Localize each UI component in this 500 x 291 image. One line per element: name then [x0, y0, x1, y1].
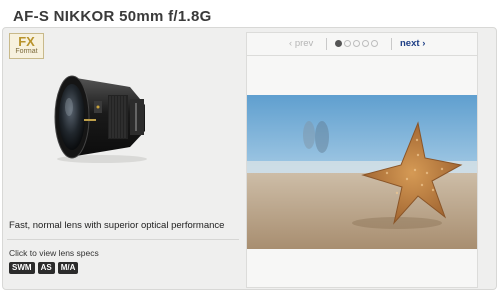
- prev-button[interactable]: ‹ prev: [289, 38, 313, 49]
- badge-ma[interactable]: M/A: [57, 262, 79, 274]
- nav-separator: [391, 38, 392, 50]
- page-title: AF-S NIKKOR 50mm f/1.8G: [13, 8, 212, 25]
- image-gallery: ‹ prev next ›: [246, 32, 478, 288]
- gallery-photo: [247, 95, 477, 249]
- lens-image: [50, 65, 155, 165]
- badge-swm[interactable]: SWM: [9, 262, 35, 274]
- view-lens-specs-link[interactable]: Click to view lens specs: [9, 248, 99, 258]
- page-dot-1[interactable]: [335, 40, 342, 47]
- page-dot-3[interactable]: [353, 40, 360, 47]
- fx-format-badge: FX Format: [9, 33, 44, 59]
- gallery-nav: ‹ prev next ›: [247, 33, 477, 56]
- next-button[interactable]: next ›: [400, 38, 425, 49]
- chevron-right-icon: ›: [422, 38, 426, 49]
- chevron-left-icon: ‹: [289, 38, 293, 49]
- divider: [7, 239, 239, 240]
- badge-as[interactable]: AS: [37, 262, 55, 274]
- product-tagline: Fast, normal lens with superior optical …: [9, 220, 225, 231]
- next-label: next: [400, 38, 420, 49]
- feature-badges: SWM AS M/A: [9, 262, 79, 274]
- nav-separator: [326, 38, 327, 50]
- prev-label: prev: [294, 38, 314, 49]
- page-dot-4[interactable]: [362, 40, 369, 47]
- fx-badge-sublabel: Format: [15, 48, 38, 55]
- lens-icon: [54, 75, 147, 163]
- starfish-beach-image: [247, 95, 477, 249]
- page-dot-2[interactable]: [344, 40, 351, 47]
- gallery-pagination: [335, 40, 378, 47]
- fx-badge-label: FX: [18, 34, 35, 49]
- page-dot-5[interactable]: [371, 40, 378, 47]
